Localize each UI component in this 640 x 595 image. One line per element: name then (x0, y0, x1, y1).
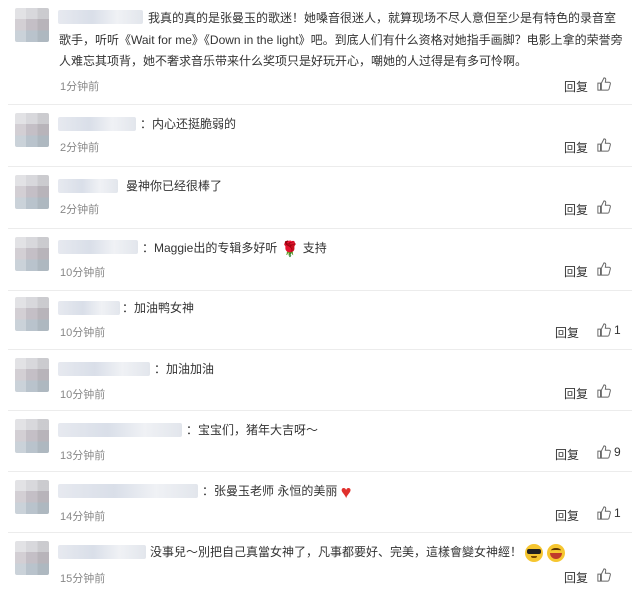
comment-time: 2分钟前 (60, 204, 100, 216)
comment-feed: 我真的真的是张曼玉的歌迷！她嗓音很迷人，就算现场不尽人意但至少是有特色的录音室 … (0, 0, 640, 595)
comment-text-suffix: 支持 (302, 241, 327, 255)
comment-text-main: ：Maggie出的专辑多好听 (142, 241, 278, 255)
like-button[interactable]: 9 (597, 445, 621, 459)
thumbs-up-icon (597, 323, 611, 337)
username-blurred[interactable] (58, 10, 143, 24)
comment-text: ：加油加油 (154, 362, 215, 376)
comment-item: 我真的真的是张曼玉的歌迷！她嗓音很迷人，就算现场不尽人意但至少是有特色的录音室 … (0, 0, 640, 105)
rose-emoji-icon: 🌹 (280, 240, 300, 258)
username-blurred[interactable] (58, 240, 138, 254)
comment-item: ：加油鸭女神 10分钟前 回复 1 (0, 291, 640, 349)
thumbs-up-icon (597, 138, 611, 152)
like-count: 1 (614, 323, 621, 337)
reply-button[interactable]: 回复 (564, 569, 588, 586)
like-button[interactable] (597, 77, 611, 91)
like-button[interactable] (597, 262, 611, 276)
reply-button[interactable]: 回复 (564, 78, 588, 95)
reply-button[interactable]: 回复 (564, 263, 588, 280)
thumbs-up-icon (597, 506, 611, 520)
comment-text-line-2: 歌手，听听《Wait for me》《Down in the light》吧。到… (59, 33, 623, 47)
comment-text: ：宝宝们，猪年大吉呀～ (186, 423, 319, 437)
avatar[interactable] (15, 8, 49, 42)
comment-time: 10分钟前 (60, 327, 106, 339)
comment-time: 1分钟前 (60, 81, 100, 93)
comment-text-line-1: 我真的真的是张曼玉的歌迷！她嗓音很迷人，就算现场不尽人意但至少是有特色的录音室 (148, 11, 617, 25)
reply-button[interactable]: 回复 (555, 507, 579, 524)
comment-item: 没事兒～別把自己真當女神了，凡事都要好、完美，這樣會變女神經！ 15分钟前 回复 (0, 533, 640, 595)
comment-time: 15分钟前 (60, 573, 106, 585)
red-heart-emoji-icon: ♥ (340, 481, 352, 502)
username-blurred[interactable] (58, 423, 182, 437)
username-blurred[interactable] (58, 545, 146, 559)
avatar[interactable] (15, 419, 49, 453)
comment-time: 13分钟前 (60, 450, 106, 462)
thumbs-up-icon (597, 568, 611, 582)
username-blurred[interactable] (58, 484, 198, 498)
reply-button[interactable]: 回复 (564, 201, 588, 218)
like-button[interactable] (597, 568, 611, 582)
thumbs-up-icon (597, 262, 611, 276)
sunglasses-emoji-icon (525, 543, 544, 562)
thumbs-up-icon (597, 77, 611, 91)
username-blurred[interactable] (58, 362, 150, 376)
comment-item: ：宝宝们，猪年大吉呀～ 13分钟前 回复 9 (0, 411, 640, 471)
like-button[interactable]: 1 (597, 506, 621, 520)
username-blurred[interactable] (58, 117, 136, 131)
like-button[interactable] (597, 200, 611, 214)
thumbs-up-icon (597, 384, 611, 398)
avatar[interactable] (15, 541, 49, 575)
avatar[interactable] (15, 297, 49, 331)
comment-text: 没事兒～別把自己真當女神了，凡事都要好、完美，這樣會變女神經！ (150, 542, 565, 562)
avatar[interactable] (15, 175, 49, 209)
avatar[interactable] (15, 358, 49, 392)
comment-item: ：内心还挺脆弱的 2分钟前 回复 (0, 105, 640, 166)
comment-time: 2分钟前 (60, 142, 100, 154)
comment-item: ：张曼玉老师 永恒的美丽 ♥ 14分钟前 回复 1 (0, 472, 640, 532)
avatar[interactable] (15, 480, 49, 514)
comment-text-main: ：张曼玉老师 永恒的美丽 (202, 484, 338, 498)
comment-text-line-3: 人难忘其项背，她不奢求音乐带来什么奖项只是好玩开心，嘲她的人过得是有多可怜啊。 (59, 54, 528, 68)
comment-text: ：内心还挺脆弱的 (140, 117, 237, 131)
reply-button[interactable]: 回复 (555, 446, 579, 463)
comment-time: 14分钟前 (60, 511, 106, 523)
thumbs-up-icon (597, 445, 611, 459)
comment-text-main: 没事兒～別把自己真當女神了，凡事都要好、完美，這樣會變女神經！ (150, 545, 523, 559)
comment-text: ：Maggie出的专辑多好听 🌹 支持 (142, 238, 327, 258)
comment-item: ：Maggie出的专辑多好听 🌹 支持 10分钟前 回复 (0, 229, 640, 291)
comment-item: ：加油加油 10分钟前 回复 (0, 350, 640, 410)
comment-item: 曼神你已经很棒了 2分钟前 回复 (0, 167, 640, 228)
like-count: 9 (614, 445, 621, 459)
like-button[interactable] (597, 384, 611, 398)
like-count: 1 (614, 506, 621, 520)
like-button[interactable] (597, 138, 611, 152)
comment-time: 10分钟前 (60, 389, 106, 401)
avatar[interactable] (15, 237, 49, 271)
reply-button[interactable]: 回复 (555, 324, 579, 341)
comment-time: 10分钟前 (60, 267, 106, 279)
username-blurred[interactable] (58, 301, 120, 315)
like-button[interactable]: 1 (597, 323, 621, 337)
reply-button[interactable]: 回复 (564, 139, 588, 156)
avatar[interactable] (15, 113, 49, 147)
laughing-emoji-icon (546, 543, 565, 562)
reply-button[interactable]: 回复 (564, 385, 588, 402)
comment-text: ：加油鸭女神 (122, 301, 195, 315)
username-blurred[interactable] (58, 179, 118, 193)
comment-text: ：张曼玉老师 永恒的美丽 ♥ (202, 481, 351, 501)
thumbs-up-icon (597, 200, 611, 214)
comment-text: 曼神你已经很棒了 (126, 179, 223, 193)
